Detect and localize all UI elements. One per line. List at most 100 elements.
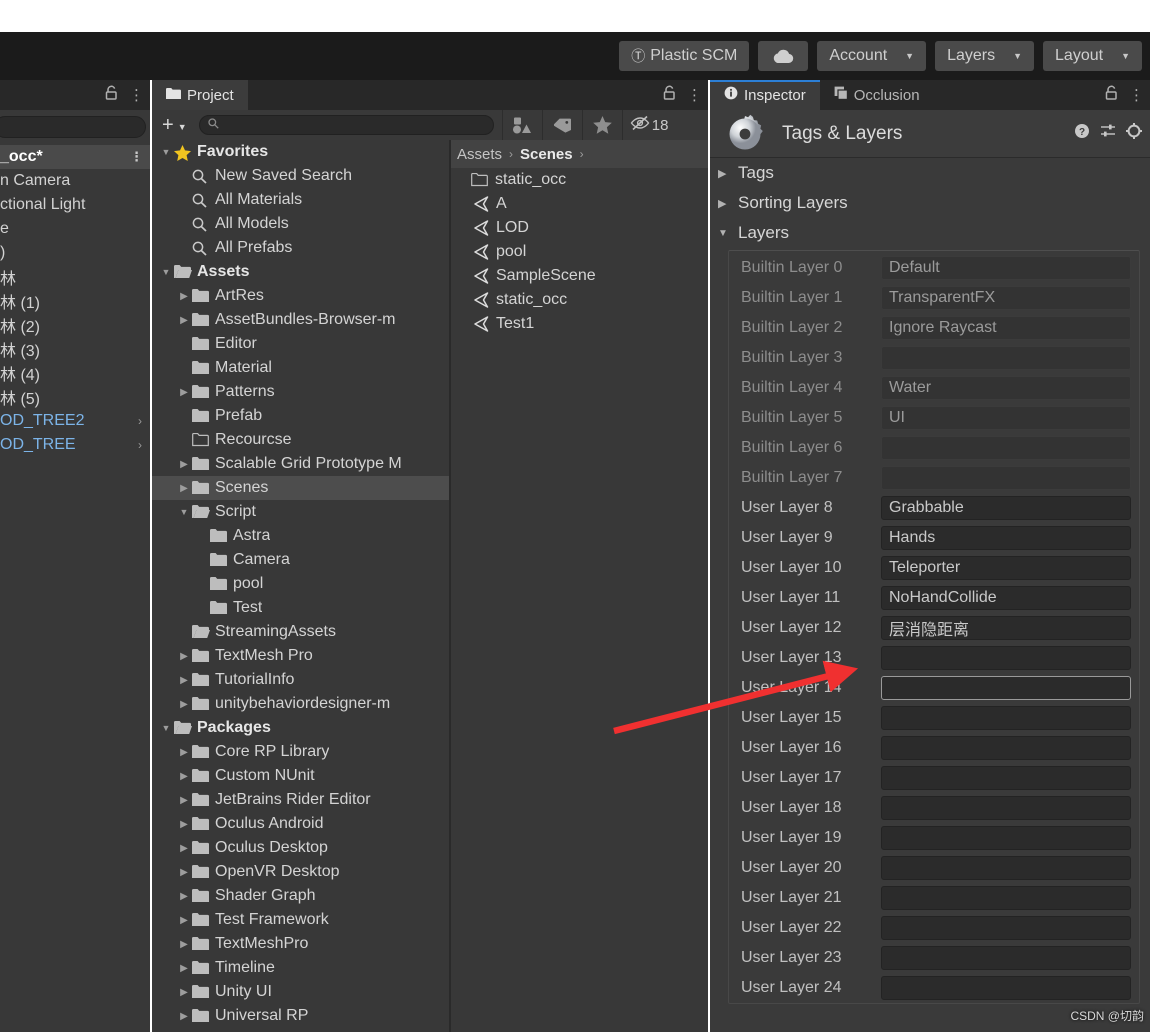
project-tree-item[interactable]: Recourcse <box>152 428 449 452</box>
chevron-right-icon[interactable]: ▶ <box>176 795 192 806</box>
layer-name-input[interactable] <box>881 916 1131 940</box>
breadcrumb-item[interactable]: Assets <box>457 146 502 163</box>
project-tree-item[interactable]: Prefab <box>152 404 449 428</box>
chevron-right-icon[interactable]: ▶ <box>176 747 192 758</box>
layer-name-input[interactable] <box>881 826 1131 850</box>
lock-icon[interactable] <box>105 85 118 105</box>
project-tree-item[interactable]: ▼ Packages <box>152 716 449 740</box>
hierarchy-item[interactable]: _occ* ⋮ <box>0 145 150 169</box>
chevron-right-icon[interactable]: ▶ <box>176 843 192 854</box>
project-tree-item[interactable]: ▶ ArtRes <box>152 284 449 308</box>
chevron-right-icon[interactable]: ▶ <box>176 867 192 878</box>
project-tree-item[interactable]: All Materials <box>152 188 449 212</box>
chevron-down-icon[interactable]: ▼ <box>158 267 174 277</box>
project-tree-item[interactable]: ▶ Custom NUnit <box>152 764 449 788</box>
hierarchy-overflow-menu-icon[interactable]: ⋮ <box>129 88 144 103</box>
project-tree-item[interactable]: ▶ JetBrains Rider Editor <box>152 788 449 812</box>
layer-name-input[interactable] <box>881 886 1131 910</box>
chevron-right-icon[interactable]: ▶ <box>176 387 192 398</box>
layer-name-input[interactable]: 层消隐距离 <box>881 616 1131 640</box>
hierarchy-item[interactable]: e <box>0 217 150 241</box>
asset-list-item[interactable]: static_occ <box>451 168 708 192</box>
project-tree-item[interactable]: Material <box>152 356 449 380</box>
chevron-right-icon[interactable]: ▶ <box>176 651 192 662</box>
chevron-right-icon[interactable]: ▶ <box>176 675 192 686</box>
lock-icon[interactable] <box>1105 85 1118 105</box>
project-tree-item[interactable]: All Prefabs <box>152 236 449 260</box>
layout-dropdown[interactable]: Layout ▼ <box>1043 41 1142 71</box>
chevron-down-icon[interactable]: ▼ <box>176 507 192 517</box>
project-tree-item[interactable]: New Saved Search <box>152 164 449 188</box>
project-tree-item[interactable]: ▶ Shader Graph <box>152 884 449 908</box>
filter-by-label-icon[interactable] <box>541 110 582 140</box>
project-tree-item[interactable]: Test <box>152 596 449 620</box>
project-tree-item[interactable]: ▶ Patterns <box>152 380 449 404</box>
project-search-input[interactable] <box>198 115 494 135</box>
chevron-right-icon[interactable]: › <box>138 438 142 452</box>
project-tree-item[interactable]: ▶ Scenes <box>152 476 449 500</box>
project-tree-item[interactable]: ▶ OpenVR Desktop <box>152 860 449 884</box>
tab-project[interactable]: Project <box>152 80 248 110</box>
project-tree-item[interactable]: ▶ TutorialInfo <box>152 668 449 692</box>
chevron-right-icon[interactable]: ▶ <box>176 699 192 710</box>
project-tree-item[interactable]: ▶ AssetBundles-Browser-m <box>152 308 449 332</box>
asset-list-item[interactable]: A <box>451 192 708 216</box>
filter-by-type-icon[interactable] <box>501 110 542 140</box>
project-tree-item[interactable]: ▶ Oculus Android <box>152 812 449 836</box>
project-tree-item[interactable]: ▶ Oculus Desktop <box>152 836 449 860</box>
layer-name-input[interactable] <box>881 856 1131 880</box>
chevron-right-icon[interactable]: ▶ <box>176 291 192 302</box>
hierarchy-item[interactable]: n Camera <box>0 169 150 193</box>
asset-list-item[interactable]: pool <box>451 240 708 264</box>
project-tree-item[interactable]: Editor <box>152 332 449 356</box>
chevron-right-icon[interactable]: ▶ <box>176 459 192 470</box>
layer-name-input[interactable] <box>881 736 1131 760</box>
asset-list-item[interactable]: static_occ <box>451 288 708 312</box>
project-tree-item[interactable]: ▶ TextMesh Pro <box>152 644 449 668</box>
gear-icon[interactable] <box>1126 123 1142 144</box>
chevron-right-icon[interactable]: ▶ <box>176 771 192 782</box>
layer-name-input[interactable] <box>881 796 1131 820</box>
plastic-scm-button[interactable]: Ⓣ Plastic SCM <box>619 41 750 71</box>
chevron-right-icon[interactable]: ▶ <box>176 315 192 326</box>
layer-name-input[interactable] <box>881 706 1131 730</box>
hierarchy-item[interactable]: 林 (4) <box>0 361 150 385</box>
filter-favorites-icon[interactable] <box>581 110 622 140</box>
project-tree-item[interactable]: Astra <box>152 524 449 548</box>
hierarchy-item[interactable]: 林 (2) <box>0 313 150 337</box>
layer-name-input[interactable] <box>881 646 1131 670</box>
chevron-right-icon[interactable]: ▶ <box>176 963 192 974</box>
foldout-tags[interactable]: ▶ Tags <box>710 158 1150 188</box>
tab-occlusion[interactable]: Occlusion <box>820 80 934 110</box>
project-tree-item[interactable]: ▶ Scalable Grid Prototype M <box>152 452 449 476</box>
account-dropdown[interactable]: Account ▼ <box>817 41 927 71</box>
project-tree-item[interactable]: Camera <box>152 548 449 572</box>
project-tree-item[interactable]: ▼ Script <box>152 500 449 524</box>
layer-name-input[interactable] <box>881 676 1131 700</box>
chevron-right-icon[interactable]: ▶ <box>176 891 192 902</box>
layer-name-input[interactable] <box>881 766 1131 790</box>
layer-name-input[interactable]: NoHandCollide <box>881 586 1131 610</box>
chevron-right-icon[interactable]: ▶ <box>176 483 192 494</box>
hierarchy-item[interactable]: OD_TREE › <box>0 433 150 457</box>
chevron-right-icon[interactable]: ▶ <box>176 939 192 950</box>
hierarchy-item[interactable]: 林 (1) <box>0 289 150 313</box>
hierarchy-item[interactable]: OD_TREE2 › <box>0 409 150 433</box>
foldout-sorting-layers[interactable]: ▶ Sorting Layers <box>710 188 1150 218</box>
project-tree-item[interactable]: All Models <box>152 212 449 236</box>
hierarchy-item[interactable]: 林 (3) <box>0 337 150 361</box>
tab-inspector[interactable]: Inspector <box>710 80 820 110</box>
project-tree-item[interactable]: ▶ unitybehaviordesigner-m <box>152 692 449 716</box>
foldout-layers[interactable]: ▼ Layers <box>710 218 1150 248</box>
asset-list-item[interactable]: SampleScene <box>451 264 708 288</box>
inspector-overflow-menu-icon[interactable]: ⋮ <box>1129 88 1144 103</box>
layer-name-input[interactable] <box>881 946 1131 970</box>
scene-overflow-menu-icon[interactable]: ⋮ <box>130 149 143 165</box>
project-overflow-menu-icon[interactable]: ⋮ <box>687 88 702 103</box>
breadcrumb-item[interactable]: Scenes <box>520 146 573 163</box>
asset-list-item[interactable]: Test1 <box>451 312 708 336</box>
project-tree-item[interactable]: pool <box>152 572 449 596</box>
layer-name-input[interactable]: Teleporter <box>881 556 1131 580</box>
asset-list-item[interactable]: LOD <box>451 216 708 240</box>
project-tree-item[interactable]: ▶ Unity UI <box>152 980 449 1004</box>
